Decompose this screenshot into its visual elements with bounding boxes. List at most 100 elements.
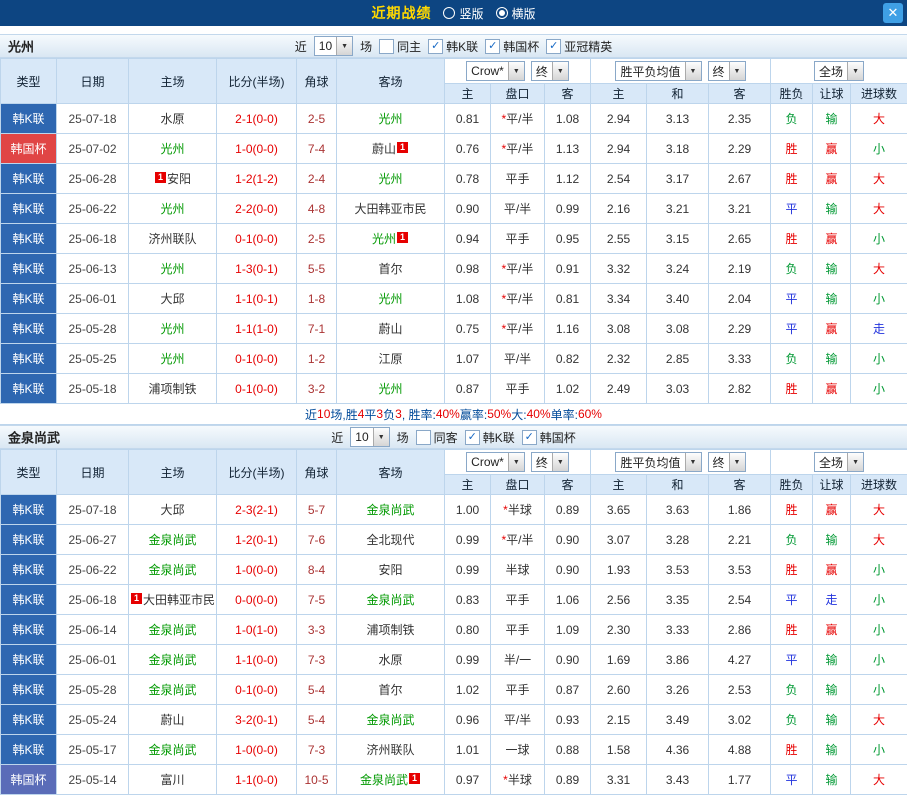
match-date: 25-06-28: [57, 164, 129, 194]
avg-odds-home: 2.55: [591, 224, 647, 254]
handicap-value: 半/一: [491, 645, 545, 675]
column-subheader: 主: [591, 475, 647, 495]
handicap-value: 一球: [491, 735, 545, 765]
bookmaker-select[interactable]: Crow*▼: [466, 61, 525, 81]
home-team: 金泉尚武: [129, 645, 217, 675]
avg-odds-draw: 3.24: [647, 254, 709, 284]
team-name: 安阳: [167, 172, 191, 186]
column-subheader: 主: [445, 84, 491, 104]
league-filter-checkbox[interactable]: ✓韩K联: [428, 38, 478, 55]
avg-odds-draw: 2.85: [647, 344, 709, 374]
same-venue-checkbox[interactable]: 同客: [416, 429, 458, 446]
home-team: 金泉尚武: [129, 615, 217, 645]
match-score: 1-1(1-0): [217, 314, 297, 344]
team-name: 大邱: [160, 503, 184, 517]
result-outcome: 平: [771, 194, 813, 224]
checkbox-checked-icon: ✓: [465, 430, 480, 445]
result-goals: 小: [851, 555, 907, 585]
odds-away: 0.81: [545, 284, 591, 314]
avg-odds-away: 1.86: [709, 495, 771, 525]
odds-stage-select[interactable]: 终▼: [531, 452, 569, 472]
select-value: 10: [315, 37, 336, 55]
radio-icon: [496, 7, 508, 19]
summary-segment: 60%: [578, 407, 602, 421]
chevron-down-icon: ▼: [847, 453, 863, 471]
match-date: 25-07-18: [57, 495, 129, 525]
handicap-value: 平手: [491, 615, 545, 645]
select-value: 全场: [815, 453, 847, 471]
match-date: 25-07-18: [57, 104, 129, 134]
layout-radio-竖版[interactable]: 竖版: [443, 5, 483, 22]
result-handicap: 输: [813, 525, 851, 555]
odds-home: 0.75: [445, 314, 491, 344]
chevron-down-icon: ▼: [508, 453, 524, 471]
dialog-titlebar: 近期战绩 竖版横版 ✕: [0, 0, 907, 26]
odds-away: 0.89: [545, 765, 591, 795]
team-name: 金泉尚武: [148, 653, 196, 667]
league-filter-checkbox[interactable]: ✓韩国杯: [485, 38, 539, 55]
away-team: 济州联队: [337, 735, 445, 765]
match-count-select[interactable]: 10▼: [350, 427, 389, 447]
column-subheader: 胜负: [771, 475, 813, 495]
result-goals: 小: [851, 675, 907, 705]
odds-away: 1.02: [545, 374, 591, 404]
column-header: 客场: [337, 450, 445, 495]
avg-stage-select[interactable]: 终▼: [708, 452, 746, 472]
close-button[interactable]: ✕: [883, 3, 903, 23]
avg-type-select[interactable]: 胜平负均值▼: [615, 452, 701, 472]
team-name: 光州: [160, 352, 184, 366]
scope-select[interactable]: 全场▼: [814, 61, 864, 81]
avg-odds-away: 2.35: [709, 104, 771, 134]
match-type: 韩K联: [1, 585, 57, 615]
home-team: 大邱: [129, 284, 217, 314]
avg-stage-select[interactable]: 终▼: [708, 61, 746, 81]
result-handicap: 输: [813, 675, 851, 705]
home-team: 金泉尚武: [129, 525, 217, 555]
result-outcome: 胜: [771, 134, 813, 164]
result-outcome: 负: [771, 104, 813, 134]
avg-odds-draw: 3.26: [647, 675, 709, 705]
home-team: 光州: [129, 344, 217, 374]
red-card-badge: 1: [155, 172, 166, 183]
home-team: 1安阳: [129, 164, 217, 194]
avg-type-select[interactable]: 胜平负均值▼: [615, 61, 701, 81]
handicap-value: 平手: [491, 374, 545, 404]
column-subheader: 胜负: [771, 84, 813, 104]
column-subheader: 客: [709, 475, 771, 495]
layout-radio-横版[interactable]: 横版: [496, 5, 536, 22]
corner-score: 7-4: [297, 134, 337, 164]
match-type: 韩K联: [1, 615, 57, 645]
match-date: 25-05-25: [57, 344, 129, 374]
checkbox-checked-icon: ✓: [546, 39, 561, 54]
odds-home: 0.99: [445, 645, 491, 675]
table-row: 韩K联25-06-27金泉尚武1-2(0-1)7-6全北现代0.99*平/半0.…: [1, 525, 907, 555]
league-filter-checkbox[interactable]: ✓韩K联: [465, 429, 515, 446]
corner-score: 1-8: [297, 284, 337, 314]
handicap-value: 平手: [491, 585, 545, 615]
odds-header-group: Crow*▼ 终▼: [445, 450, 591, 475]
bookmaker-select[interactable]: Crow*▼: [466, 452, 525, 472]
odds-stage-select[interactable]: 终▼: [531, 61, 569, 81]
odds-away: 1.09: [545, 615, 591, 645]
team-name: 大田韩亚市民: [143, 593, 215, 607]
handicap-text: 平/半: [506, 262, 533, 276]
scope-select[interactable]: 全场▼: [814, 452, 864, 472]
result-goals: 小: [851, 615, 907, 645]
odds-home: 1.08: [445, 284, 491, 314]
corner-score: 8-4: [297, 555, 337, 585]
league-filter-checkbox[interactable]: ✓亚冠精英: [546, 38, 612, 55]
corner-score: 5-5: [297, 254, 337, 284]
table-row: 韩K联25-05-28光州1-1(1-0)7-1蔚山0.75*平/半1.163.…: [1, 314, 907, 344]
home-team: 大邱: [129, 495, 217, 525]
checkbox-checked-icon: ✓: [522, 430, 537, 445]
matches-table: 类型日期主场比分(半场)角球客场Crow*▼终▼胜平负均值▼终▼全场▼主盘口客主…: [0, 58, 907, 404]
match-count-select[interactable]: 10▼: [314, 36, 353, 56]
avg-odds-away: 2.04: [709, 284, 771, 314]
avg-header-group: 胜平负均值▼ 终▼: [591, 450, 771, 475]
corner-score: 2-4: [297, 164, 337, 194]
league-filter-checkbox[interactable]: ✓韩国杯: [522, 429, 576, 446]
same-venue-checkbox[interactable]: 同主: [379, 38, 421, 55]
handicap-text: 半球: [508, 503, 532, 517]
avg-odds-draw: 3.49: [647, 705, 709, 735]
odds-home: 0.76: [445, 134, 491, 164]
